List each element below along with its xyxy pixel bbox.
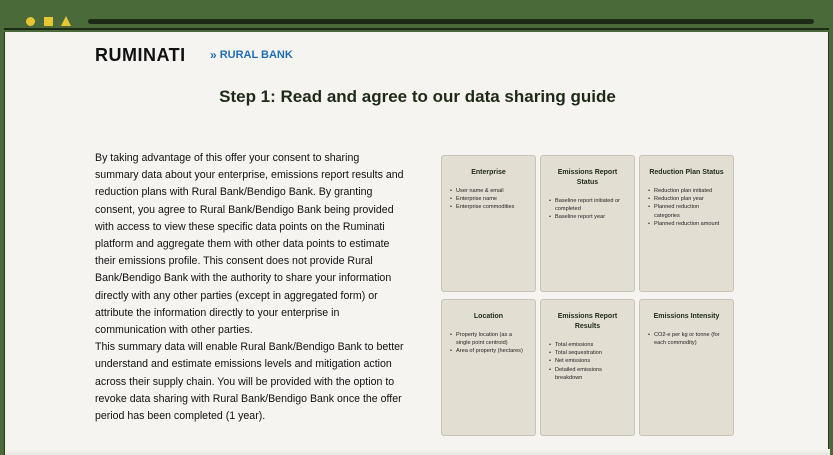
address-bar[interactable] (88, 19, 814, 24)
consent-paragraph-2: This summary data will enable Rural Bank… (95, 341, 404, 423)
card-item: Net emissions (549, 357, 626, 365)
card-emissions-report-results: Emissions Report Results Total emissions… (540, 299, 635, 436)
page-content: RUMINATI » RURAL BANK Step 1: Read and a… (4, 32, 830, 455)
card-emissions-intensity: Emissions Intensity CO2-e per kg or tonn… (639, 299, 734, 436)
consent-paragraph-1: By taking advantage of this offer your c… (95, 152, 404, 337)
card-title: Emissions Intensity (653, 313, 720, 320)
card-title: Location (473, 313, 504, 320)
data-points-grid: Enterprise User name & email Enterprise … (441, 155, 735, 436)
card-item: Planned reduction categories (648, 203, 725, 219)
card-item: Enterprise name (450, 195, 527, 203)
card-item: CO2-e per kg or tonne (for each commodit… (648, 331, 725, 347)
ruminati-logo: RUMINATI (95, 45, 186, 65)
card-item: Total sequestration (549, 349, 626, 357)
card-item: Planned reduction amount (648, 220, 725, 228)
consent-text: By taking advantage of this offer your c… (95, 150, 405, 425)
card-item: Total emissions (549, 341, 626, 349)
card-title: Emissions Report Results (557, 313, 618, 330)
circle-icon (26, 17, 35, 26)
triangle-icon (61, 16, 71, 26)
card-location: Location Property location (as a single … (441, 299, 536, 436)
rural-bank-logo-text: RURAL BANK (219, 49, 293, 61)
card-item: Area of property (hectares) (450, 347, 527, 355)
card-item: Reduction plan year (648, 195, 725, 203)
card-item: Detailed emissions breakdown (549, 366, 626, 382)
bottom-edge (5, 449, 830, 455)
browser-window-bar (4, 4, 829, 30)
card-enterprise: Enterprise User name & email Enterprise … (441, 155, 536, 292)
page-title: Step 1: Read and agree to our data shari… (219, 87, 616, 106)
rural-bank-chevron-icon: » (210, 48, 217, 62)
card-item: Reduction plan initiated (648, 187, 725, 195)
card-item: Property location (as a single point cen… (450, 331, 527, 347)
card-title: Emissions Report Status (557, 169, 618, 186)
card-reduction-plan-status: Reduction Plan Status Reduction plan ini… (639, 155, 734, 292)
card-emissions-report-status: Emissions Report Status Baseline report … (540, 155, 635, 292)
card-item: User name & email (450, 187, 527, 195)
card-title: Reduction Plan Status (649, 169, 724, 176)
square-icon (44, 17, 53, 26)
card-item: Enterprise commodities (450, 203, 527, 211)
card-title: Enterprise (471, 169, 506, 176)
card-item: Baseline report year (549, 213, 626, 221)
rural-bank-logo: » RURAL BANK (210, 48, 293, 62)
card-item: Baseline report initiated or completed (549, 197, 626, 213)
